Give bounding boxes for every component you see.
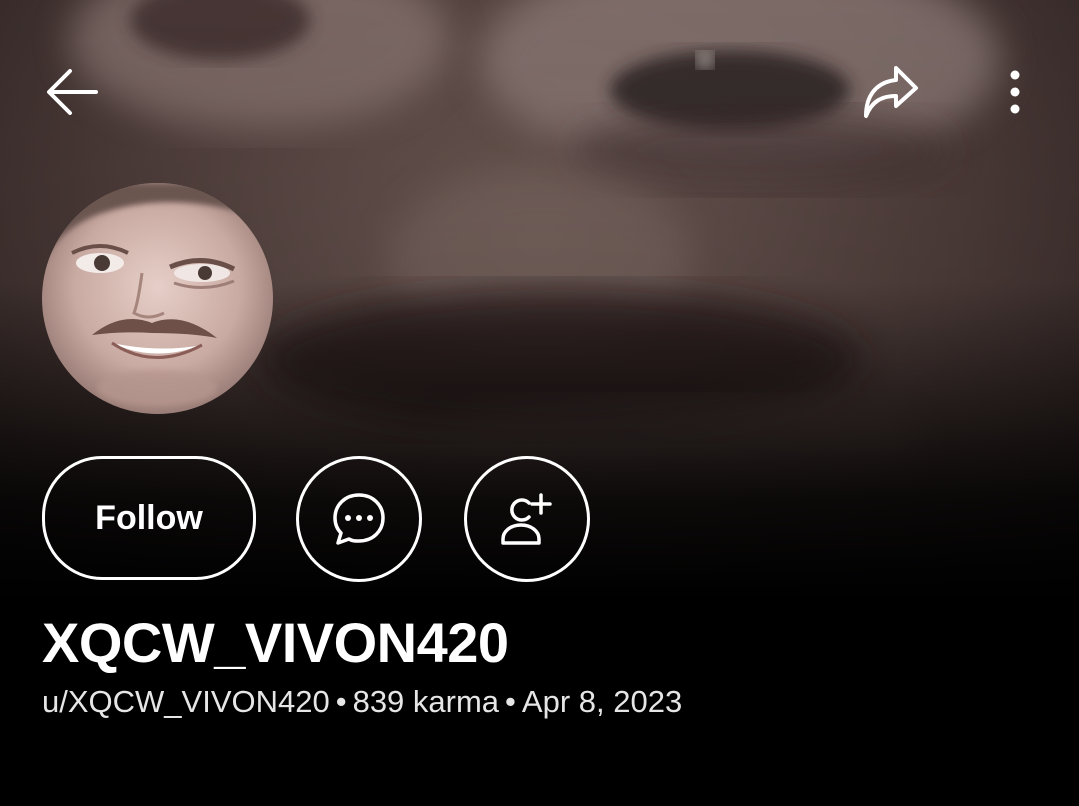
- back-button[interactable]: [36, 56, 108, 128]
- vertical-dots-icon: [1010, 70, 1020, 114]
- avatar[interactable]: [42, 183, 273, 414]
- add-person-icon: [501, 493, 552, 545]
- arrow-left-icon: [47, 69, 98, 115]
- chat-button[interactable]: [296, 456, 422, 582]
- follow-button[interactable]: Follow: [42, 456, 256, 580]
- share-button[interactable]: [852, 56, 928, 128]
- profile-meta: u/XQCW_VIVON420 • 839 karma • Apr 8, 2023: [42, 684, 682, 720]
- meta-separator: •: [335, 684, 347, 719]
- more-options-button[interactable]: [990, 56, 1040, 128]
- joined-date: Apr 8, 2023: [521, 684, 683, 719]
- meta-separator: •: [505, 684, 516, 719]
- karma-count: 839 karma: [352, 684, 500, 719]
- chat-bubble-icon: [333, 493, 385, 545]
- share-arrow-icon: [864, 66, 918, 118]
- add-friend-button[interactable]: [464, 456, 590, 582]
- display-name: XQCW_VIVON420: [42, 611, 509, 674]
- username: u/XQCW_VIVON420: [42, 684, 330, 719]
